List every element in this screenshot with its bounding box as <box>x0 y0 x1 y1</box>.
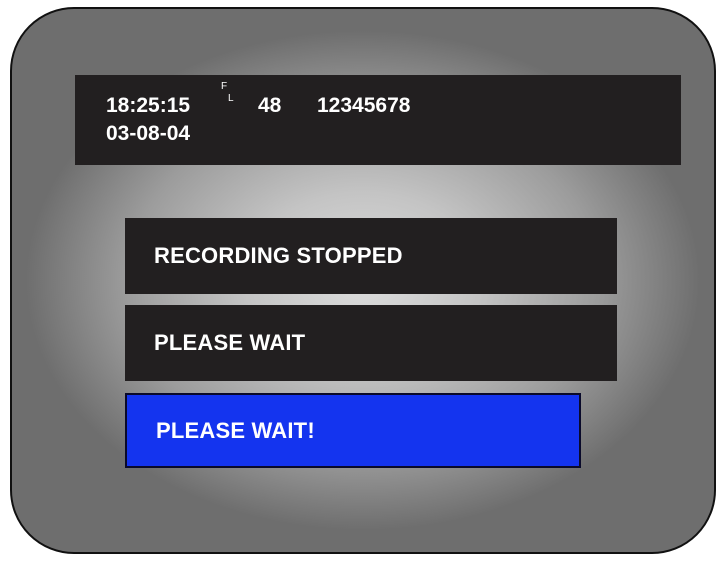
monitor-screen: 18:25:15 F L 48 12345678 03-08-04 RECORD… <box>10 7 716 554</box>
please-wait-message: PLEASE WAIT <box>125 305 617 381</box>
osd-info-bar: 18:25:15 F L 48 12345678 03-08-04 <box>75 75 681 165</box>
field-indicator-f: F <box>221 81 228 92</box>
please-wait-label: PLEASE WAIT <box>154 330 306 355</box>
please-wait-highlight-label: PLEASE WAIT! <box>156 417 315 443</box>
recording-stopped-message: RECORDING STOPPED <box>125 218 617 294</box>
field-indicator-l: L <box>228 93 234 104</box>
osd-frame-number: 48 <box>258 94 282 117</box>
recording-stopped-label: RECORDING STOPPED <box>154 243 403 268</box>
please-wait-highlight-message: PLEASE WAIT! <box>125 393 581 468</box>
osd-time: 18:25:15 <box>106 94 191 117</box>
osd-date: 03-08-04 <box>106 122 191 145</box>
osd-counter: 12345678 <box>317 94 411 117</box>
field-indicator: F L <box>221 82 235 112</box>
